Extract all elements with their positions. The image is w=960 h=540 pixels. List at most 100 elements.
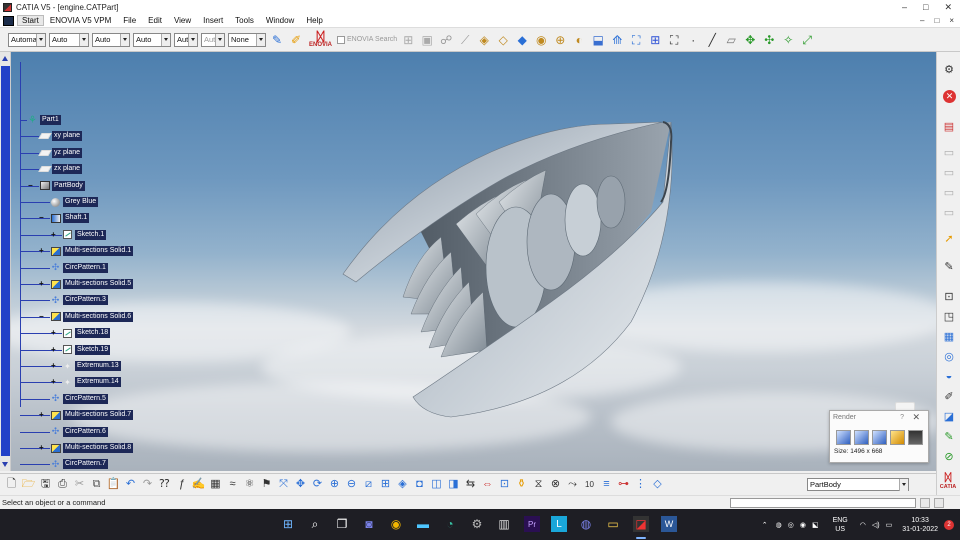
doc-restore-button[interactable]: □ [934, 16, 939, 25]
tree-node-label[interactable]: PartBody [52, 180, 85, 191]
scroll-down-arrow-icon[interactable] [1, 460, 10, 469]
expand-icon[interactable]: + [51, 230, 58, 238]
volume-icon[interactable]: ◁) [872, 521, 880, 529]
check-icon[interactable]: ⊘ [941, 448, 957, 464]
axis-icon[interactable]: ⤢ [799, 32, 815, 48]
graphic-property-combo-7[interactable]: None [228, 32, 266, 47]
menu-help[interactable]: Help [300, 16, 328, 25]
zoom-area-icon[interactable]: ⛶ [666, 32, 682, 48]
menu-tools[interactable]: Tools [229, 16, 260, 25]
tree-node[interactable]: ✣ CircPattern.1 [20, 262, 108, 274]
menu-insert[interactable]: Insert [197, 16, 229, 25]
tree-node-label[interactable]: Shaft.1 [63, 213, 90, 224]
point-icon[interactable]: · [685, 32, 701, 48]
command-button[interactable] [920, 498, 930, 508]
tree-node-label[interactable]: Multi-sections Solid.8 [63, 443, 134, 453]
dimension-icon[interactable]: ⊡ [497, 477, 512, 492]
tree-scrollbar[interactable] [0, 52, 11, 471]
sketcher-icon[interactable]: ⚙ [941, 61, 957, 77]
open-icon[interactable]: 🗁 [21, 477, 36, 492]
formula-icon[interactable]: ƒ [174, 477, 189, 492]
dropdown-arrow-icon[interactable] [188, 33, 197, 46]
tree-node-label[interactable]: Sketch.19 [75, 344, 111, 355]
annotation-icon[interactable]: ✎ [941, 428, 957, 444]
tree-node[interactable]: + ✦ Extremum.13 [20, 360, 121, 372]
menu-edit[interactable]: Edit [142, 16, 168, 25]
expand-icon[interactable]: + [51, 329, 58, 337]
tree-node[interactable]: + ✦ Extremum.14 [20, 376, 121, 388]
rib-icon[interactable]: ⊕ [552, 32, 568, 48]
render-image-icon[interactable] [836, 430, 851, 445]
collapse-icon[interactable]: − [28, 181, 35, 189]
table-icon[interactable]: ▦ [208, 477, 223, 492]
fit-all-icon[interactable]: ⤧ [276, 477, 291, 492]
tree-node-label[interactable]: xy plane [52, 131, 83, 142]
menu-enovia[interactable]: ENOVIA V5 VPM [44, 16, 117, 25]
paste-icon[interactable]: 📋 [106, 477, 121, 492]
enovia-open-icon[interactable]: ⊞ [400, 32, 416, 48]
help-icon[interactable]: ? [900, 414, 904, 421]
tree-node[interactable]: + Multi-sections Solid.5 [20, 278, 134, 290]
parameters-icon[interactable]: ⊶ [616, 477, 631, 492]
tree-node[interactable]: yz plane [20, 147, 83, 159]
fillet-icon[interactable]: ◐ [571, 32, 587, 48]
pan-icon[interactable]: ✥ [742, 32, 758, 48]
scale-icon[interactable]: ⤳ [565, 477, 580, 492]
tree-node-label[interactable]: Extremum.13 [75, 361, 121, 371]
print-icon[interactable]: ⎙ [55, 477, 70, 492]
shaft-tool-icon[interactable]: ◆ [514, 32, 530, 48]
doc-close-button[interactable]: × [949, 16, 954, 25]
render-scene-icon[interactable] [872, 430, 887, 445]
expand-icon[interactable]: + [51, 378, 58, 386]
dropdown-arrow-icon[interactable] [120, 33, 129, 46]
tree-node-label[interactable]: Sketch.1 [75, 229, 107, 240]
view-icon[interactable]: ▭ [941, 144, 957, 160]
search-icon[interactable]: ⌕ [307, 516, 323, 532]
shading-icon[interactable]: ◘ [412, 477, 427, 492]
tray-app-icon[interactable]: ◉ [800, 521, 806, 529]
tree-node[interactable]: + Sketch.19 [20, 344, 111, 356]
knowledge-icon[interactable]: ☍ [438, 32, 454, 48]
render-lights-icon[interactable] [890, 430, 905, 445]
tree-node[interactable]: + Sketch.1 [20, 229, 107, 241]
constraint-icon[interactable]: ⊡ [941, 288, 957, 304]
graphic-property-combo-4[interactable]: Auto [133, 32, 171, 47]
show-hidden-icons-icon[interactable]: ⌃ [762, 521, 768, 529]
normal-view-icon[interactable]: ⧄ [361, 477, 376, 492]
select-icon[interactable]: ➚ [941, 230, 957, 246]
collapse-icon[interactable]: − [39, 312, 46, 320]
filter-icon[interactable]: ⋮ [633, 477, 648, 492]
compass-move-icon[interactable]: ✣ [761, 32, 777, 48]
wifi-icon[interactable]: ◠ [860, 521, 866, 529]
dropdown-arrow-icon[interactable] [79, 33, 88, 46]
scroll-up-arrow-icon[interactable] [1, 54, 10, 63]
law-icon[interactable]: ≈ [225, 477, 240, 492]
tree-node[interactable]: Grey Blue [20, 196, 99, 208]
tree-node-label[interactable]: Part1 [40, 115, 61, 125]
dropdown-arrow-icon[interactable] [36, 33, 45, 46]
multi-view-icon[interactable]: ⊞ [378, 477, 393, 492]
iso-view-icon[interactable]: ◈ [395, 477, 410, 492]
settings-icon[interactable]: ⚙ [469, 516, 485, 532]
measure-values-icon[interactable]: 10 [582, 477, 597, 492]
command-input[interactable] [730, 498, 916, 508]
copy-icon[interactable]: ⧉ [89, 477, 104, 492]
tree-node[interactable]: ⚘ Part1 [20, 114, 61, 126]
battery-icon[interactable]: ▭ [886, 521, 893, 529]
expand-icon[interactable]: + [39, 411, 46, 419]
document-icon[interactable] [3, 15, 14, 26]
tree-node-label[interactable]: Grey Blue [63, 197, 99, 207]
tree-node[interactable]: ✣ CircPattern.7 [20, 458, 108, 470]
menu-start[interactable]: Start [17, 15, 44, 26]
grid-icon[interactable]: ⊞ [647, 32, 663, 48]
doc-minimize-button[interactable]: – [920, 16, 924, 25]
close-icon[interactable]: ✕ [912, 412, 920, 423]
insert-body-icon[interactable]: ⛶ [628, 32, 644, 48]
view-icon[interactable]: ▭ [941, 184, 957, 200]
expand-icon[interactable]: + [39, 280, 46, 288]
teams-icon[interactable]: ◍ [578, 516, 594, 532]
undo-icon[interactable]: ↶ [123, 477, 138, 492]
tray-app-icon[interactable]: ⬕ [812, 521, 819, 529]
tree-node[interactable]: − PartBody [20, 180, 85, 192]
update-icon[interactable]: ⇆ [463, 477, 478, 492]
